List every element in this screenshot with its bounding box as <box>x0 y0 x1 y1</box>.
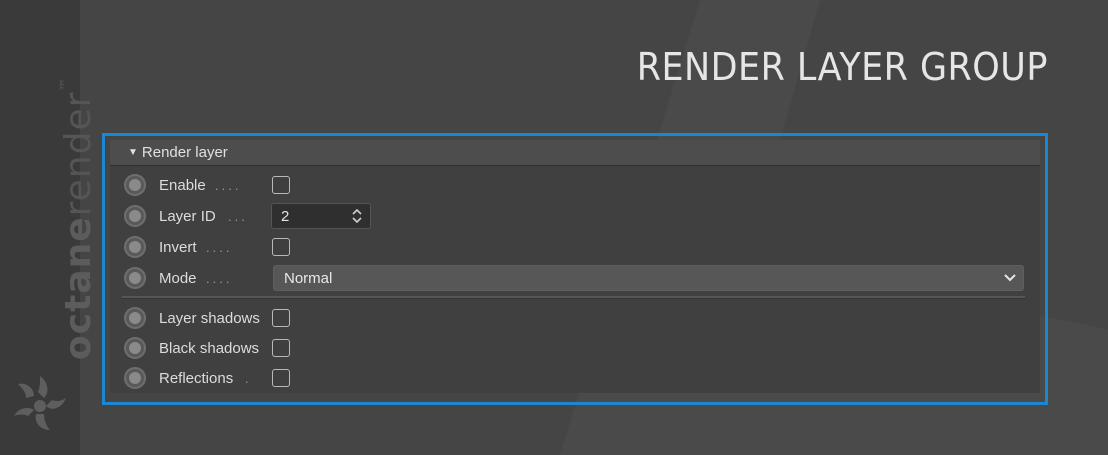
invert-label: Invert <box>159 238 197 256</box>
layer-id-value: 2 <box>281 207 290 225</box>
circle-pin-icon[interactable] <box>124 307 146 329</box>
leader-dots: . <box>245 370 252 386</box>
section-title: Render layer <box>141 144 228 161</box>
triangle-down-icon: ▼ <box>128 147 138 158</box>
enable-label: Enable <box>159 176 206 194</box>
row-black-shadows: Black shadows <box>110 334 1040 362</box>
brand-wordmark: octanerender™ <box>58 77 99 360</box>
invert-checkbox[interactable] <box>272 238 290 256</box>
row-enable: Enable .... <box>110 171 1040 199</box>
reflections-checkbox[interactable] <box>272 369 290 387</box>
row-layer-shadows: Layer shadows <box>110 304 1040 332</box>
layer-shadows-checkbox[interactable] <box>272 309 290 327</box>
mode-dropdown[interactable]: Normal <box>273 265 1024 291</box>
brand-name-light: render <box>58 91 99 217</box>
black-shadows-checkbox[interactable] <box>272 339 290 357</box>
circle-pin-icon[interactable] <box>124 367 146 389</box>
layer-id-input[interactable]: 2 <box>271 203 371 229</box>
mode-label: Mode <box>159 269 197 287</box>
layer-id-label: Layer ID <box>159 207 216 225</box>
brand-name-bold: octane <box>58 216 99 360</box>
reflections-label: Reflections <box>159 369 234 387</box>
render-layer-panel: ▼ Render layer Enable .... Layer ID ... … <box>110 140 1040 393</box>
row-mode: Mode .... Normal <box>110 264 1040 292</box>
circle-pin-icon[interactable] <box>124 267 146 289</box>
row-layer-id: Layer ID ... 2 <box>110 202 1040 230</box>
trademark-symbol: ™ <box>58 76 74 92</box>
leader-dots: .... <box>206 270 233 286</box>
up-down-arrows-icon[interactable] <box>350 206 364 226</box>
leader-dots: .... <box>206 239 233 255</box>
circle-pin-icon[interactable] <box>124 236 146 258</box>
leader-dots: .... <box>215 177 242 193</box>
mode-selected-value: Normal <box>284 269 333 287</box>
row-reflections: Reflections . <box>110 364 1040 392</box>
octane-logo-icon <box>14 376 66 430</box>
page-title: RENDER LAYER GROUP <box>636 45 1048 89</box>
section-divider <box>122 296 1025 299</box>
section-header-render-layer[interactable]: ▼ Render layer <box>110 140 1040 166</box>
chevron-down-icon <box>1004 274 1016 282</box>
circle-pin-icon[interactable] <box>124 337 146 359</box>
row-invert: Invert .... <box>110 233 1040 261</box>
circle-pin-icon[interactable] <box>124 174 146 196</box>
layer-shadows-label: Layer shadows <box>159 309 260 327</box>
circle-pin-icon[interactable] <box>124 205 146 227</box>
black-shadows-label: Black shadows <box>159 339 260 357</box>
leader-dots: ... <box>228 208 248 224</box>
enable-checkbox[interactable] <box>272 176 290 194</box>
brand-strip: octanerender™ <box>0 0 99 455</box>
